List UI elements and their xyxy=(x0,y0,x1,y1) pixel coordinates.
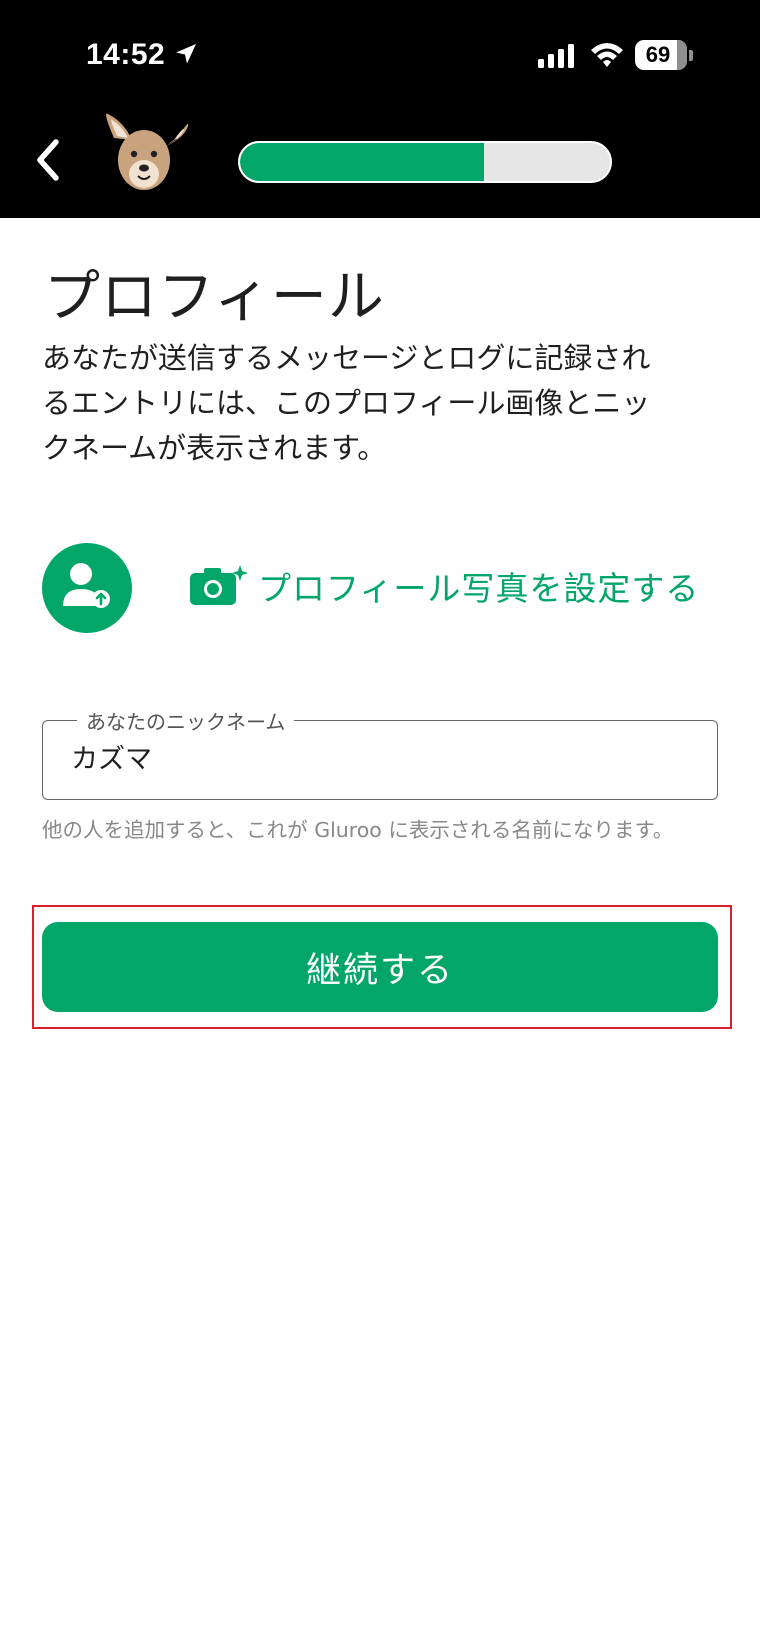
set-profile-photo-button[interactable]: プロフィール写真を設定する xyxy=(190,562,699,610)
wifi-icon xyxy=(589,40,625,72)
chevron-left-icon[interactable] xyxy=(30,136,66,188)
nickname-field[interactable]: あなたのニックネーム xyxy=(42,706,718,800)
description-line: あなたが送信するメッセージとログに記録され xyxy=(42,341,651,375)
nickname-input[interactable] xyxy=(71,741,671,772)
page-title: プロフィール xyxy=(44,265,385,330)
battery-icon: 69 xyxy=(635,40,687,70)
nickname-helper-text: 他の人を追加すると、これが Gluroo に表示される名前になります。 xyxy=(42,818,674,842)
avatar[interactable] xyxy=(42,543,132,633)
set-profile-photo-label: プロフィール写真を設定する xyxy=(258,569,700,608)
top-header: 14:52 69 xyxy=(0,0,760,218)
description-line: クネームが表示されます。 xyxy=(42,431,387,465)
person-upload-icon xyxy=(63,563,110,608)
onboarding-progress-bar xyxy=(238,141,612,183)
description: あなたが送信するメッセージとログに記録され るエントリには、このプロフィール画像… xyxy=(42,336,722,471)
continue-button[interactable]: 継続する xyxy=(42,922,718,1012)
description-line: るエントリには、このプロフィール画像とニッ xyxy=(42,386,651,420)
location-arrow-icon xyxy=(174,42,198,70)
battery-level: 69 xyxy=(645,42,671,67)
kangaroo-mascot-icon xyxy=(100,108,192,204)
progress-fill xyxy=(240,143,485,181)
camera-sparkle-icon xyxy=(190,565,248,605)
nickname-label: あなたのニックネーム xyxy=(77,706,295,735)
signal-bars-icon xyxy=(538,44,576,72)
status-time: 14:52 xyxy=(86,38,166,71)
